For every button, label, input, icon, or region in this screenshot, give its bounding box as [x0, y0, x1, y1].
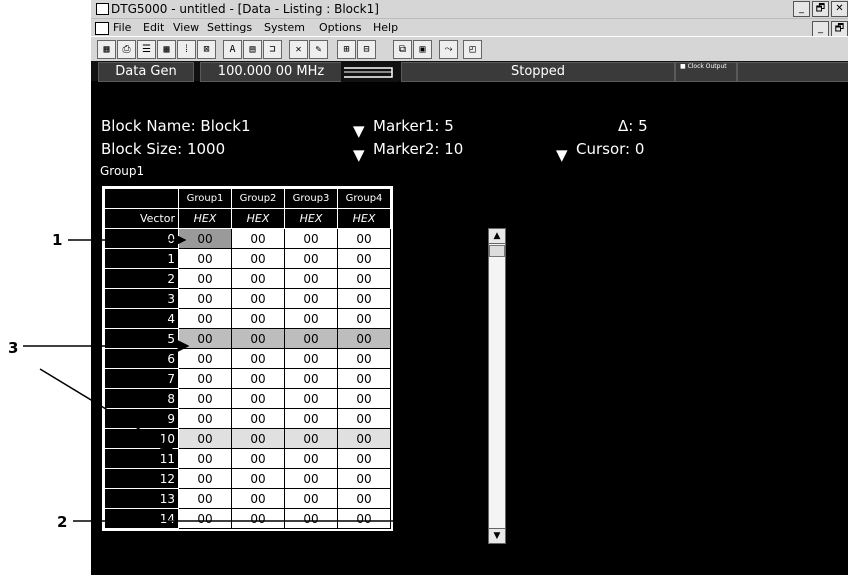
callout-leader-lines — [23, 234, 407, 527]
callout-3-line-b — [39, 368, 174, 450]
